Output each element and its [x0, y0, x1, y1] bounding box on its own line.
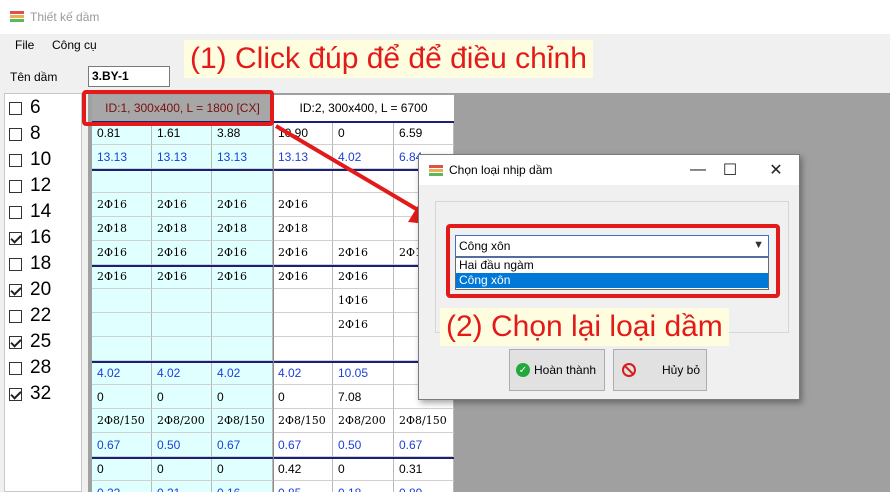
cancel-button[interactable]: Hủy bỏ — [613, 349, 707, 391]
finish-button[interactable]: ✓ Hoàn thành — [509, 349, 605, 391]
dialog-title: Chọn loại nhịp dầm — [449, 163, 553, 177]
prohibit-icon — [622, 363, 636, 377]
annotation-step2: (2) Chọn lại loại dầm — [440, 308, 729, 346]
check-icon: ✓ — [516, 363, 530, 377]
maximize-button[interactable]: ☐ — [715, 159, 745, 181]
finish-button-label: Hoàn thành — [534, 363, 597, 377]
close-button[interactable]: ✕ — [761, 159, 791, 181]
dialog-logo-icon — [429, 165, 443, 177]
highlight-span-type-combo — [446, 224, 780, 298]
cancel-button-label: Hủy bỏ — [662, 363, 701, 377]
dialog-titlebar: Chọn loại nhịp dầm — ☐ ✕ — [419, 155, 799, 185]
minimize-button[interactable]: — — [683, 159, 713, 181]
